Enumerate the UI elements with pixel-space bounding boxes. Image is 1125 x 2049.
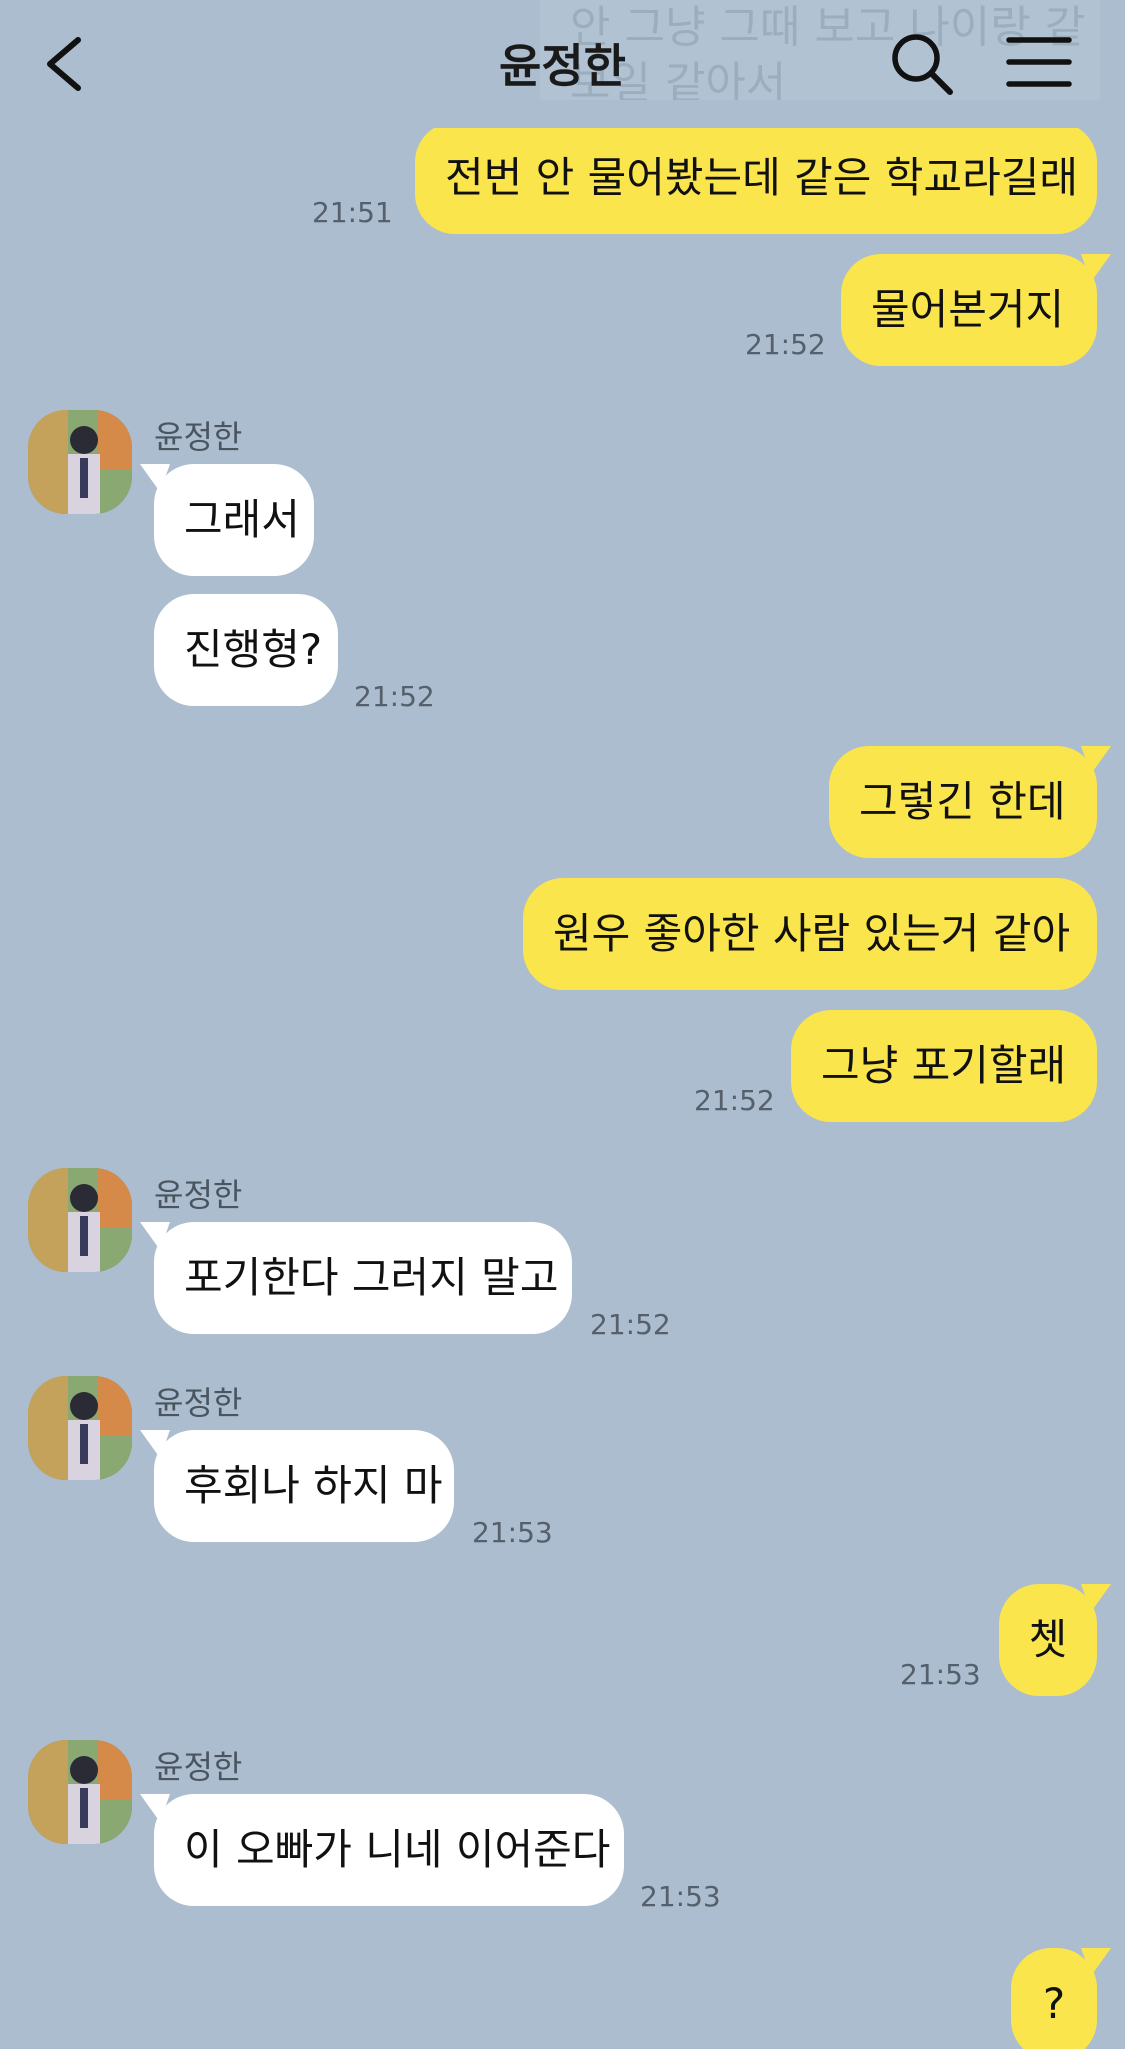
message-text: 이 오빠가 니네 이어준다 <box>184 1825 611 1874</box>
my-message-bubble[interactable]: 그렇긴 한데 <box>829 746 1111 858</box>
bubble-tail <box>1081 254 1111 282</box>
their-message-bubble[interactable]: 후회나 하지 마 <box>140 1430 454 1542</box>
bubble-tail <box>140 464 170 492</box>
bubble-tail <box>140 1430 170 1458</box>
message-text: 그냥 포기할래 <box>821 1041 1067 1090</box>
bubble-tail <box>1081 1948 1111 1976</box>
message-time: 21:51 <box>312 196 393 229</box>
sender-name: 윤정한 <box>154 1384 243 1422</box>
bubble-tail <box>1081 746 1111 774</box>
chat-screen: 안 그냥 그때 보고 나이랑 같 보일 같아서 윤정한 전번 안 물어봤는데 같… <box>0 0 1125 2049</box>
bubble-tail <box>140 1222 170 1250</box>
their-message-bubble[interactable]: 포기한다 그러지 말고 <box>140 1222 572 1334</box>
my-message-bubble[interactable]: 쳇 <box>999 1584 1111 1696</box>
sender-avatar[interactable] <box>28 410 132 514</box>
message-text: 쳇 <box>1028 1615 1068 1664</box>
chevron-left-icon <box>47 37 81 91</box>
message-time: 21:52 <box>590 1308 671 1341</box>
message-time: 21:53 <box>472 1516 553 1549</box>
chat-title: 윤정한 <box>499 39 626 93</box>
my-message-bubble[interactable]: 전번 안 물어봤는데 같은 학교라길래 <box>415 122 1097 234</box>
message-time: 21:52 <box>694 1084 775 1117</box>
message-text: 전번 안 물어봤는데 같은 학교라길래 <box>445 153 1079 202</box>
search-icon <box>892 34 953 95</box>
message-text: ? <box>1042 1979 1066 2028</box>
message-text: 그래서 <box>184 495 300 544</box>
message-text: 원우 좋아한 사람 있는거 같아 <box>553 909 1071 958</box>
search-button[interactable] <box>888 30 956 98</box>
my-message-bubble[interactable]: 그냥 포기할래 <box>791 1010 1097 1122</box>
avatar-photo <box>28 1376 132 1480</box>
bubble-tail <box>1081 1584 1111 1612</box>
their-message-bubble[interactable]: 진행형? <box>154 594 338 706</box>
message-time: 21:53 <box>640 1880 721 1913</box>
sender-name: 윤정한 <box>154 1748 243 1786</box>
bubble-tail <box>140 1794 170 1822</box>
my-message-bubble[interactable]: 물어본거지 <box>841 254 1111 366</box>
message-text: 포기한다 그러지 말고 <box>184 1253 559 1302</box>
sender-avatar[interactable] <box>28 1376 132 1480</box>
avatar-photo <box>28 410 132 514</box>
my-message-bubble[interactable]: 원우 좋아한 사람 있는거 같아 <box>523 878 1097 990</box>
message-time: 21:53 <box>900 1658 981 1691</box>
my-message-bubble[interactable]: ? <box>1011 1948 1111 2049</box>
avatar-photo <box>28 1168 132 1272</box>
menu-button[interactable] <box>1006 34 1072 90</box>
message-time: 21:52 <box>354 680 435 713</box>
their-message-bubble[interactable]: 그래서 <box>140 464 314 576</box>
message-text: 후회나 하지 마 <box>184 1461 443 1510</box>
chat-header: 안 그냥 그때 보고 나이랑 같 보일 같아서 윤정한 <box>0 0 1125 128</box>
sender-name: 윤정한 <box>154 418 243 456</box>
message-text: 진행형? <box>184 625 323 674</box>
avatar-photo <box>28 1740 132 1844</box>
message-text: 물어본거지 <box>871 285 1065 334</box>
hamburger-menu-icon <box>1006 37 1072 87</box>
sender-name: 윤정한 <box>154 1176 243 1214</box>
sender-avatar[interactable] <box>28 1740 132 1844</box>
sender-avatar[interactable] <box>28 1168 132 1272</box>
message-time: 21:52 <box>745 328 826 361</box>
message-text: 그렇긴 한데 <box>859 777 1066 826</box>
their-message-bubble[interactable]: 이 오빠가 니네 이어준다 <box>140 1794 624 1906</box>
back-button[interactable] <box>36 28 96 100</box>
